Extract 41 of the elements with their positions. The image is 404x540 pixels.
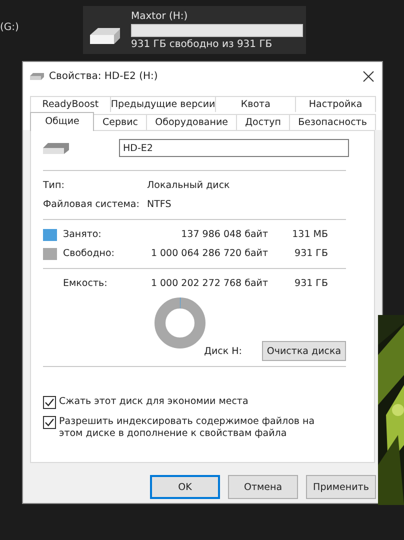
property-value: NTFS (147, 199, 172, 210)
legend-label: Свободно: (63, 248, 116, 259)
disk-label: Диск H: (204, 346, 242, 356)
cancel-button[interactable]: Отмена (228, 475, 298, 499)
name-field[interactable]: HD-E2 (119, 139, 349, 157)
drive-icon (30, 72, 44, 80)
tab[interactable]: Сервис (93, 114, 148, 130)
property-label: Файловая система: (43, 199, 140, 210)
usage-ring-drawing (154, 297, 206, 349)
drive-icon (43, 142, 69, 154)
size-value: 931 ГБ (294, 248, 328, 259)
tab[interactable]: Настройка (295, 96, 376, 112)
tab[interactable]: Доступ (236, 114, 290, 130)
bytes-value: 1 000 202 272 768 байт (150, 278, 268, 289)
checkbox[interactable] (43, 396, 56, 409)
disk-cleanup-button[interactable]: Очистка диска (262, 341, 346, 361)
checkbox-label: Разрешить индексировать содержимое файлов на этом диске в дополнение к свойствам файла (59, 416, 316, 440)
apply-button[interactable]: Применить (306, 475, 376, 499)
bytes-value: 1 000 064 286 720 байт (150, 248, 268, 259)
free-space-text: 931 ГБ свободно из 931 ГБ (131, 39, 274, 50)
drive-tile[interactable]: Maxtor (H:) 931 ГБ свободно из 931 ГБ (83, 6, 306, 54)
checkbox-label: Сжать этот диск для экономии места (59, 396, 250, 408)
drive-icon (88, 26, 122, 46)
ok-button[interactable]: OK (150, 475, 220, 499)
close-icon[interactable] (363, 70, 374, 82)
property-label: Тип: (43, 180, 66, 191)
drive-label: (G:) (0, 22, 20, 33)
size-value: 131 МБ (291, 229, 328, 240)
tab[interactable]: Предыдущие версии (110, 96, 216, 112)
window-title: Свойства: HD-E2 (H:) (49, 70, 159, 82)
size-value: 931 ГБ (294, 278, 328, 289)
checkbox[interactable] (43, 416, 56, 429)
tab[interactable]: Общие (30, 112, 94, 131)
tab[interactable]: ReadyBoost (30, 96, 111, 112)
drive-name: Maxtor (H:) (131, 11, 189, 22)
bytes-value: 137 986 048 байт (180, 229, 268, 240)
tab[interactable]: Безопасность (289, 114, 376, 130)
tab[interactable]: Оборудование (146, 114, 238, 130)
legend-label: Занято: (63, 229, 102, 240)
property-value: Локальный диск (147, 180, 230, 191)
capacity-label: Емкость: (63, 278, 108, 289)
